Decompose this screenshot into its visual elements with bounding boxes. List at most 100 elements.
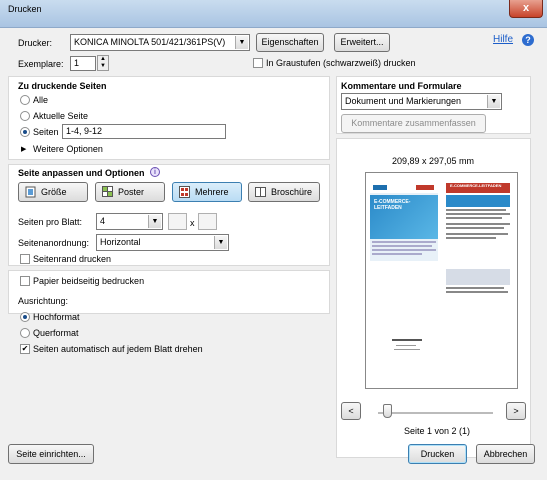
window-title: Drucken (8, 4, 42, 14)
print-button[interactable]: Drucken (408, 444, 467, 464)
text-line (446, 291, 508, 293)
radio-landscape[interactable] (20, 328, 30, 338)
text-line (446, 287, 504, 289)
page-status: Seite 1 von 2 (1) (404, 426, 471, 436)
orientation-title: Ausrichtung: (18, 296, 69, 306)
title-bar: Drucken x (0, 0, 547, 28)
multiple-button[interactable]: Mehrere (172, 182, 242, 202)
copies-input[interactable]: 1 (70, 56, 96, 71)
grayscale-checkbox[interactable] (253, 58, 263, 68)
pages-per-sheet-value: 4 (100, 216, 106, 226)
expand-arrow-icon[interactable]: ▶ (21, 145, 26, 153)
size-button-label: Größe (41, 187, 67, 197)
thumbnail-3 (370, 267, 438, 277)
multiple-pages-icon (179, 186, 190, 198)
page-setup-button[interactable]: Seite einrichten... (8, 444, 94, 464)
thumbnail-2: E-COMMERCE-LEITFADEN (444, 183, 512, 261)
multiple-button-label: Mehrere (195, 187, 229, 197)
radio-all[interactable] (20, 95, 30, 105)
grayscale-label: In Graustufen (schwarzweiß) drucken (266, 58, 416, 68)
custom-columns-input (168, 213, 187, 230)
next-page-button[interactable]: > (506, 402, 526, 420)
page-order-select[interactable]: Horizontal ▼ (96, 234, 229, 251)
printer-value: KONICA MINOLTA 501/421/361PS(V) (74, 37, 226, 47)
zoom-slider-thumb[interactable] (383, 404, 393, 418)
thumbnail-2-banner: E-COMMERCE-LEITFADEN (450, 184, 502, 188)
close-button[interactable]: x (509, 0, 543, 18)
more-options-link[interactable]: Weitere Optionen (33, 144, 103, 154)
text-line (372, 245, 432, 247)
duplex-label: Papier beidseitig bedrucken (33, 276, 145, 286)
text-line (392, 339, 422, 341)
auto-rotate-checkbox[interactable]: ✔ (20, 344, 30, 354)
text-line (372, 253, 422, 255)
size-icon (25, 186, 36, 198)
thumbnail-1: E-COMMERCE-LEITFADEN (370, 183, 438, 261)
printer-label: Drucker: (18, 38, 53, 48)
thumbnail-4-block (446, 269, 510, 285)
help-icon[interactable]: ? (522, 34, 534, 46)
text-line (394, 349, 420, 350)
text-line (446, 209, 506, 211)
help-link[interactable]: Hilfe (493, 34, 513, 45)
text-line (372, 241, 436, 243)
pages-title: Zu druckende Seiten (18, 81, 107, 91)
text-line (446, 233, 508, 235)
chevron-down-icon: ▼ (235, 36, 248, 49)
poster-icon (102, 186, 113, 198)
copies-stepper[interactable]: ▲ ▼ (97, 55, 109, 71)
radio-landscape-label: Querformat (33, 328, 79, 338)
comments-select[interactable]: Dokument und Markierungen ▼ (341, 93, 502, 110)
radio-current[interactable] (20, 111, 30, 121)
page-border-label: Seitenrand drucken (33, 254, 112, 264)
booklet-icon (255, 186, 266, 198)
booklet-button-label: Broschüre (271, 187, 313, 197)
summarize-comments-button[interactable]: Kommentare zusammenfassen (341, 114, 486, 133)
prev-page-button[interactable]: < (341, 402, 361, 420)
preview-page: E-COMMERCE-LEITFADEN E-COMMERCE-LEITFADE… (365, 172, 518, 389)
radio-portrait-label: Hochformat (33, 312, 80, 322)
info-icon[interactable]: i (150, 167, 160, 177)
text-line (446, 223, 510, 225)
text-line (396, 345, 416, 346)
pages-range-input[interactable]: 1-4, 9-12 (62, 124, 226, 139)
poster-button[interactable]: Poster (95, 182, 165, 202)
size-button[interactable]: Größe (18, 182, 88, 202)
text-line (446, 217, 502, 219)
radio-pages-label: Seiten (33, 127, 59, 137)
auto-rotate-label: Seiten automatisch auf jedem Blatt drehe… (33, 344, 203, 354)
text-line (446, 213, 510, 215)
radio-current-label: Aktuelle Seite (33, 111, 89, 121)
comments-value: Dokument und Markierungen (345, 96, 462, 106)
radio-portrait[interactable] (20, 312, 30, 322)
chevron-down-icon: ▼ (487, 95, 500, 108)
page-border-checkbox[interactable] (20, 254, 30, 264)
chevron-down-icon: ▼ (214, 236, 227, 249)
duplex-checkbox[interactable] (20, 276, 30, 286)
thumbnail-2-stripe (446, 195, 510, 207)
poster-button-label: Poster (118, 187, 145, 197)
properties-button[interactable]: Eigenschaften (256, 33, 324, 52)
cancel-button[interactable]: Abbrechen (476, 444, 535, 464)
pages-per-sheet-select[interactable]: 4 ▼ (96, 213, 163, 230)
text-line (446, 237, 496, 239)
text-line (372, 249, 436, 251)
text-line (446, 227, 504, 229)
page-order-label: Seitenanordnung: (18, 238, 90, 248)
copies-label: Exemplare: (18, 59, 64, 69)
zoom-slider-track[interactable] (378, 412, 493, 414)
dialog-client: Drucker: KONICA MINOLTA 501/421/361PS(V)… (0, 28, 547, 480)
times-label: x (190, 218, 195, 228)
printer-select[interactable]: KONICA MINOLTA 501/421/361PS(V) ▼ (70, 34, 250, 51)
custom-rows-input (198, 213, 217, 230)
logo-icon (416, 185, 434, 190)
radio-pages[interactable] (20, 127, 30, 137)
page-order-value: Horizontal (100, 237, 141, 247)
preview-size: 209,89 x 297,05 mm (392, 156, 475, 166)
comments-title: Kommentare und Formulare (341, 81, 462, 91)
booklet-button[interactable]: Broschüre (248, 182, 320, 202)
radio-all-label: Alle (33, 95, 49, 105)
logo-icon (373, 185, 387, 190)
advanced-button[interactable]: Erweitert... (334, 33, 390, 52)
chevron-down-icon: ▼ (148, 215, 161, 228)
